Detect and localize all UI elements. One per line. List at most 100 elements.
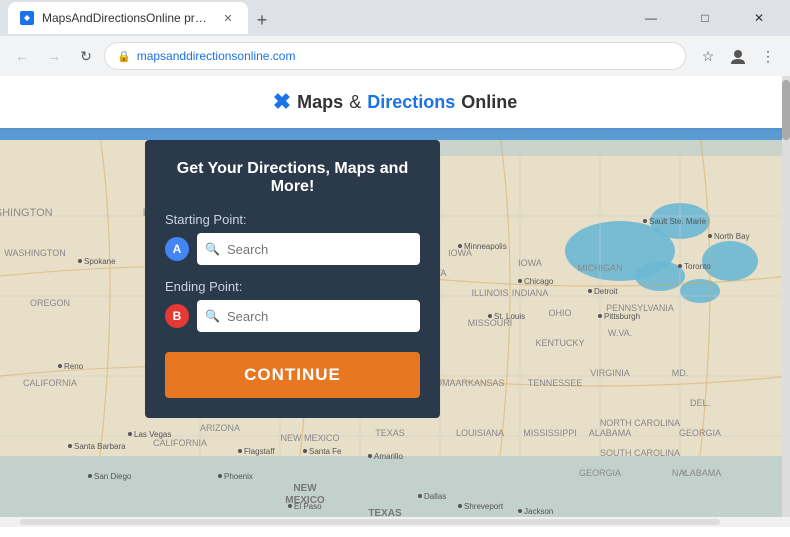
logo-online: Online <box>461 92 517 113</box>
address-bar[interactable]: 🔒 mapsanddirectionsonline.com <box>104 42 686 70</box>
svg-text:MISSISSIPPI: MISSISSIPPI <box>523 428 577 438</box>
starting-point-input-wrap: 🔍 <box>197 233 420 265</box>
toolbar-icons: ☆ ⋮ <box>694 42 782 70</box>
tab-favicon <box>20 11 34 25</box>
svg-text:Flagstaff: Flagstaff <box>244 447 275 456</box>
svg-text:Spokane: Spokane <box>84 257 116 266</box>
svg-text:Minneapolis: Minneapolis <box>464 242 507 251</box>
new-tab-button[interactable]: + <box>248 6 276 34</box>
ending-search-icon: 🔍 <box>205 309 220 323</box>
svg-text:Sault Ste. Marie: Sault Ste. Marie <box>649 217 706 226</box>
svg-text:Dallas: Dallas <box>424 492 446 501</box>
svg-text:WASHINGTON: WASHINGTON <box>4 248 66 258</box>
svg-text:TENNESSEE: TENNESSEE <box>528 378 583 388</box>
card-title: Get Your Directions, Maps and More! <box>165 160 420 196</box>
svg-text:Santa Fe: Santa Fe <box>309 447 342 456</box>
svg-text:DEL.: DEL. <box>690 398 710 408</box>
svg-text:ILLINOIS: ILLINOIS <box>471 288 508 298</box>
svg-text:Shreveport: Shreveport <box>464 502 504 511</box>
svg-text:INDIANA: INDIANA <box>512 288 549 298</box>
logo-icon: ✖ <box>273 89 291 115</box>
svg-text:CALIFORNIA: CALIFORNIA <box>23 378 77 388</box>
svg-text:Jackson: Jackson <box>524 507 553 516</box>
ending-point-input[interactable] <box>197 300 420 332</box>
svg-text:ARIZONA: ARIZONA <box>200 423 240 433</box>
svg-text:Reno: Reno <box>64 362 84 371</box>
svg-text:Toronto: Toronto <box>684 262 711 271</box>
svg-text:Chicago: Chicago <box>524 277 554 286</box>
svg-text:TEXAS: TEXAS <box>375 428 405 438</box>
lock-icon: 🔒 <box>117 50 131 63</box>
svg-text:MICHIGAN: MICHIGAN <box>578 263 623 273</box>
svg-text:MEXICO: MEXICO <box>285 495 325 506</box>
title-bar: MapsAndDirectionsOnline provi... ✕ + — □… <box>0 0 790 36</box>
tab-close-button[interactable]: ✕ <box>220 10 236 26</box>
waypoint-a-badge: A <box>165 237 189 261</box>
back-button[interactable]: ← <box>8 42 36 70</box>
svg-text:OREGON: OREGON <box>30 298 70 308</box>
close-button[interactable]: ✕ <box>736 0 782 36</box>
svg-text:SOUTH CAROLINA: SOUTH CAROLINA <box>600 448 680 458</box>
logo-maps: Maps <box>297 92 343 113</box>
svg-text:W.VA.: W.VA. <box>608 328 632 338</box>
starting-point-input[interactable] <box>197 233 420 265</box>
svg-text:Phoenix: Phoenix <box>224 472 253 481</box>
menu-icon[interactable]: ⋮ <box>754 42 782 70</box>
blue-band <box>0 128 790 140</box>
svg-text:NEW MEXICO: NEW MEXICO <box>280 433 339 443</box>
svg-text:N.Y.: N.Y. <box>672 468 688 478</box>
svg-text:San Diego: San Diego <box>94 472 132 481</box>
ending-point-label: Ending Point: <box>165 279 420 294</box>
ending-point-input-wrap: 🔍 <box>197 300 420 332</box>
reload-button[interactable]: ↻ <box>72 42 100 70</box>
tab-area: MapsAndDirectionsOnline provi... ✕ + <box>8 2 624 34</box>
bottom-scrollbar-thumb[interactable] <box>20 519 720 525</box>
tab-title: MapsAndDirectionsOnline provi... <box>42 11 212 25</box>
address-text: mapsanddirectionsonline.com <box>137 49 673 63</box>
ending-point-row: B 🔍 <box>165 300 420 332</box>
svg-text:KENTUCKY: KENTUCKY <box>535 338 584 348</box>
bottom-scrollbar[interactable] <box>0 517 790 527</box>
svg-text:NEW: NEW <box>293 483 317 494</box>
logo-amp: & <box>349 92 361 113</box>
logo-directions: Directions <box>367 92 455 113</box>
svg-text:Santa Barbara: Santa Barbara <box>74 442 126 451</box>
svg-text:ALABAMA: ALABAMA <box>589 428 632 438</box>
svg-text:TEXAS: TEXAS <box>368 508 402 517</box>
svg-text:IOWA: IOWA <box>518 258 542 268</box>
svg-text:OHIO: OHIO <box>548 308 571 318</box>
starting-search-icon: 🔍 <box>205 242 220 256</box>
svg-text:North Bay: North Bay <box>714 232 750 241</box>
starting-point-label: Starting Point: <box>165 212 420 227</box>
scrollbar-thumb[interactable] <box>782 80 790 140</box>
svg-text:St. Louis: St. Louis <box>494 312 525 321</box>
svg-text:VIRGINIA: VIRGINIA <box>590 368 630 378</box>
scrollbar[interactable] <box>782 76 790 517</box>
svg-text:ARKANSAS: ARKANSAS <box>455 378 504 388</box>
starting-point-row: A 🔍 <box>165 233 420 265</box>
address-bar-row: ← → ↻ 🔒 mapsanddirectionsonline.com ☆ ⋮ <box>0 36 790 76</box>
svg-text:GEORGIA: GEORGIA <box>679 428 721 438</box>
bookmark-icon[interactable]: ☆ <box>694 42 722 70</box>
directions-card: Get Your Directions, Maps and More! Star… <box>145 140 440 418</box>
active-tab[interactable]: MapsAndDirectionsOnline provi... ✕ <box>8 2 248 34</box>
svg-text:Pittsburgh: Pittsburgh <box>604 312 640 321</box>
svg-text:Las Vegas: Las Vegas <box>134 430 171 439</box>
page-content: WASHINGTON OREGON CALIFORNIA NEVADA NEVA… <box>0 76 790 517</box>
waypoint-b-badge: B <box>165 304 189 328</box>
site-header: ✖ Maps & Directions Online <box>0 76 790 128</box>
account-icon[interactable] <box>724 42 752 70</box>
maximize-button[interactable]: □ <box>682 0 728 36</box>
svg-text:LOUISIANA: LOUISIANA <box>456 428 504 438</box>
site-logo: ✖ Maps & Directions Online <box>273 89 518 115</box>
svg-text:CALIFORNIA: CALIFORNIA <box>153 438 207 448</box>
minimize-button[interactable]: — <box>628 0 674 36</box>
window-controls: — □ ✕ <box>628 0 782 36</box>
forward-button[interactable]: → <box>40 42 68 70</box>
svg-text:MD.: MD. <box>672 368 689 378</box>
svg-text:WASHINGTON: WASHINGTON <box>0 207 53 219</box>
svg-text:Detroit: Detroit <box>594 287 618 296</box>
continue-button[interactable]: CONTINUE <box>165 352 420 398</box>
svg-text:Amarillo: Amarillo <box>374 452 403 461</box>
svg-text:NORTH CAROLINA: NORTH CAROLINA <box>600 418 680 428</box>
